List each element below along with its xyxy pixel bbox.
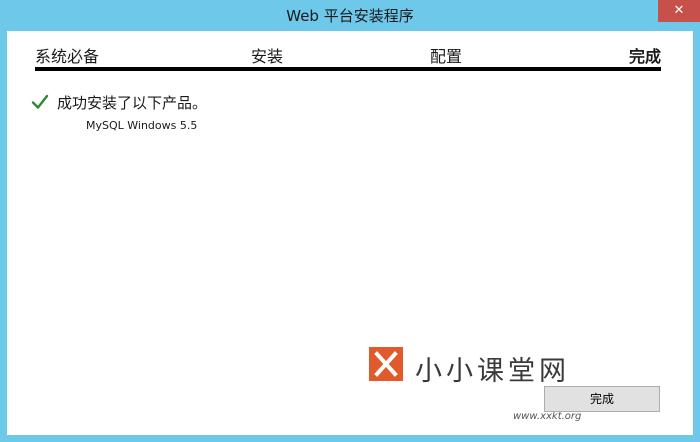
step-configure: 配置 bbox=[430, 47, 463, 66]
watermark-text: 小小课堂网 bbox=[415, 356, 570, 387]
install-status: 成功安装了以下产品。 bbox=[31, 91, 207, 113]
installed-product: MySQL Windows 5.5 bbox=[86, 119, 198, 132]
step-finish: 完成 bbox=[628, 47, 661, 66]
step-install: 安装 bbox=[251, 47, 284, 66]
step-prerequisites: 系统必备 bbox=[35, 47, 100, 66]
close-button[interactable]: ✕ bbox=[658, 0, 700, 22]
client-area: 系统必备 安装 配置 完成 成功安装了以下产品。 MySQL Windows 5… bbox=[7, 31, 693, 435]
step-progress-bar bbox=[35, 67, 661, 71]
watermark-url: www.xxkt.org bbox=[513, 411, 582, 422]
window-title: Web 平台安装程序 bbox=[286, 7, 414, 25]
check-icon bbox=[31, 94, 49, 109]
title-bar: Web 平台安装程序 ✕ bbox=[0, 0, 700, 31]
watermark-logo-icon bbox=[369, 347, 403, 381]
step-navigation: 系统必备 安装 配置 完成 bbox=[35, 43, 661, 66]
finish-button[interactable]: 完成 bbox=[544, 386, 660, 412]
status-message: 成功安装了以下产品。 bbox=[57, 93, 208, 112]
